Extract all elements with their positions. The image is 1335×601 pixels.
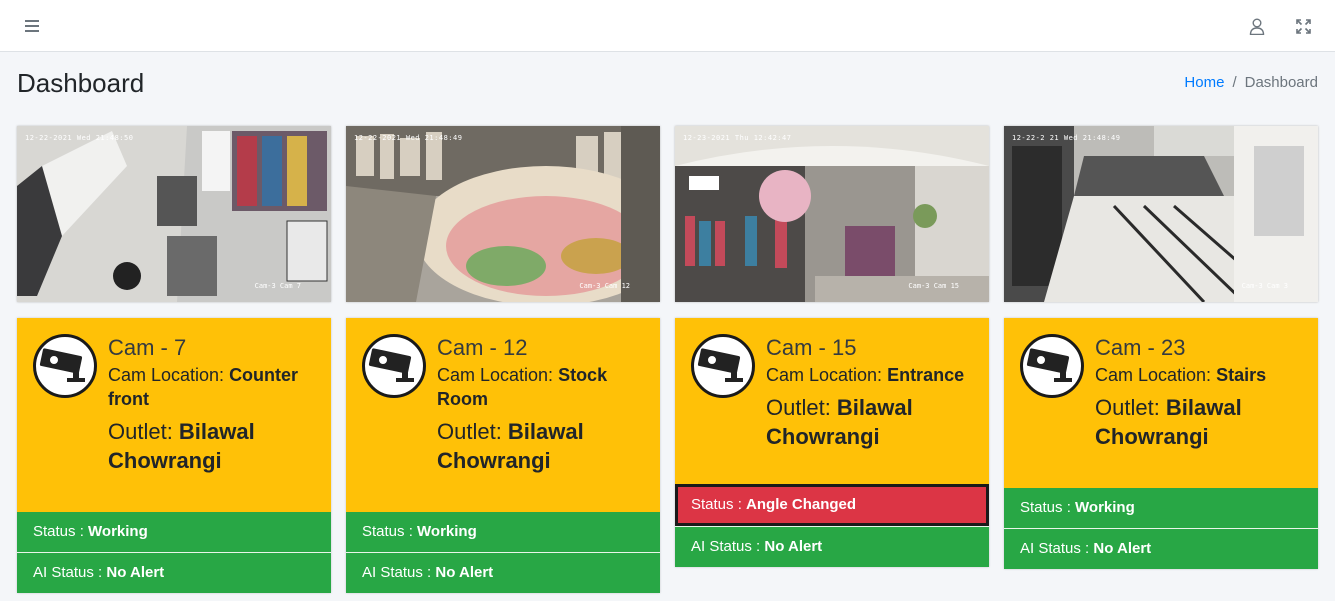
- ai-status-label: AI Status :: [362, 564, 436, 581]
- camera-name: Cam - 23: [1095, 335, 1186, 360]
- camera-info: Cam - 23 Cam Location: Stairs Outlet: Bi…: [1004, 318, 1318, 488]
- status-value: Working: [1075, 499, 1135, 516]
- camera-column-cam-15: 12-23-2021 Thu 12:42:47 Cam-3 Cam 15 Cam…: [675, 126, 989, 567]
- camera-feed-label: Cam-3 Cam 7: [254, 282, 301, 290]
- ai-status-badge: AI Status : No Alert: [1004, 528, 1318, 569]
- status-label: Status :: [33, 523, 89, 540]
- breadcrumb-current: Dashboard: [1244, 74, 1318, 91]
- breadcrumb-home-link[interactable]: Home: [1184, 74, 1224, 91]
- camera-column-cam-7: 12-22-2021 Wed 21:48:50 Cam-3 Cam 7 Cam …: [17, 126, 331, 593]
- hamburger-menu-icon[interactable]: [20, 14, 44, 38]
- camera-feed-label: Cam-3 Cam 12: [579, 282, 630, 290]
- ai-status-badge: AI Status : No Alert: [17, 552, 331, 593]
- user-icon[interactable]: [1245, 14, 1269, 38]
- ai-status-value: No Alert: [764, 538, 823, 555]
- camera-location-label: Cam Location:: [1095, 364, 1217, 385]
- camera-info: Cam - 15 Cam Location: Entrance Outlet: …: [675, 318, 989, 484]
- camera-timestamp: 12-22-2 21 Wed 21:48:49: [1012, 134, 1121, 142]
- camera-column-cam-23: 12-22-2 21 Wed 21:48:49 Cam-3 Cam 3 Cam …: [1004, 126, 1318, 569]
- camera-outlet: Outlet: Bilawal Chowrangi: [766, 393, 973, 451]
- camera-outlet-label: Outlet:: [437, 418, 508, 444]
- ai-status-badge: AI Status : No Alert: [675, 526, 989, 567]
- camera-card: Cam - 7 Cam Location: Counter front Outl…: [17, 318, 331, 593]
- cctv-camera-icon: [1020, 334, 1084, 398]
- cctv-camera-icon: [33, 334, 97, 398]
- status-value: Angle Changed: [746, 496, 857, 513]
- camera-location: Cam Location: Counter front: [108, 363, 315, 411]
- camera-feed-label: Cam-3 Cam 3: [1241, 282, 1288, 290]
- ai-status-label: AI Status :: [33, 564, 107, 581]
- camera-card: Cam - 15 Cam Location: Entrance Outlet: …: [675, 318, 989, 567]
- camera-card: Cam - 12 Cam Location: Stock Room Outlet…: [346, 318, 660, 593]
- camera-feed-image[interactable]: 12-22-2021 Wed 21:48:49 Cam-3 Cam 12: [346, 126, 660, 302]
- breadcrumb: Home / Dashboard: [1184, 74, 1318, 91]
- camera-feed-image[interactable]: 12-23-2021 Thu 12:42:47 Cam-3 Cam 15: [675, 126, 989, 302]
- camera-location-label: Cam Location:: [108, 364, 230, 385]
- cctv-camera-icon: [362, 334, 426, 398]
- status-label: Status :: [362, 523, 418, 540]
- camera-info: Cam - 12 Cam Location: Stock Room Outlet…: [346, 318, 660, 512]
- cctv-camera-icon: [691, 334, 755, 398]
- status-badge: Status : Working: [346, 512, 660, 552]
- fullscreen-icon[interactable]: [1291, 14, 1315, 38]
- status-value: Working: [88, 523, 148, 540]
- camera-location-value: Entrance: [887, 364, 965, 385]
- camera-location: Cam Location: Entrance: [766, 363, 973, 387]
- camera-name: Cam - 7: [108, 335, 187, 360]
- camera-location: Cam Location: Stairs: [1095, 363, 1302, 387]
- camera-outlet: Outlet: Bilawal Chowrangi: [437, 417, 644, 475]
- page-title: Dashboard: [17, 68, 145, 98]
- camera-location-label: Cam Location:: [766, 364, 888, 385]
- camera-outlet: Outlet: Bilawal Chowrangi: [1095, 393, 1302, 451]
- status-label: Status :: [691, 496, 747, 513]
- ai-status-label: AI Status :: [691, 538, 765, 555]
- camera-feed-label: Cam-3 Cam 15: [908, 282, 959, 290]
- status-badge: Status : Working: [1004, 488, 1318, 528]
- camera-location-value: Stairs: [1216, 364, 1267, 385]
- camera-outlet-label: Outlet:: [766, 394, 837, 420]
- camera-location-label: Cam Location:: [437, 364, 559, 385]
- camera-outlet-label: Outlet:: [108, 418, 179, 444]
- status-badge: Status : Working: [17, 512, 331, 552]
- camera-timestamp: 12-22-2021 Wed 21:48:49: [354, 134, 463, 142]
- camera-card: Cam - 23 Cam Location: Stairs Outlet: Bi…: [1004, 318, 1318, 569]
- ai-status-value: No Alert: [435, 564, 494, 581]
- ai-status-value: No Alert: [106, 564, 165, 581]
- camera-feed-image[interactable]: 12-22-2 21 Wed 21:48:49 Cam-3 Cam 3: [1004, 126, 1318, 302]
- camera-timestamp: 12-22-2021 Wed 21:48:50: [25, 134, 134, 142]
- camera-name: Cam - 15: [766, 335, 857, 360]
- camera-name: Cam - 12: [437, 335, 528, 360]
- ai-status-badge: AI Status : No Alert: [346, 552, 660, 593]
- breadcrumb-separator: /: [1232, 74, 1237, 91]
- status-value: Working: [417, 523, 477, 540]
- ai-status-label: AI Status :: [1020, 540, 1094, 557]
- camera-outlet-label: Outlet:: [1095, 394, 1166, 420]
- camera-timestamp: 12-23-2021 Thu 12:42:47: [683, 134, 792, 142]
- status-label: Status :: [1020, 499, 1076, 516]
- status-badge-alert: Status : Angle Changed: [675, 484, 989, 526]
- camera-feed-image[interactable]: 12-22-2021 Wed 21:48:50 Cam-3 Cam 7: [17, 126, 331, 302]
- top-navbar: [0, 0, 1335, 52]
- camera-info: Cam - 7 Cam Location: Counter front Outl…: [17, 318, 331, 512]
- ai-status-value: No Alert: [1093, 540, 1152, 557]
- camera-outlet: Outlet: Bilawal Chowrangi: [108, 417, 315, 475]
- camera-location: Cam Location: Stock Room: [437, 363, 644, 411]
- camera-column-cam-12: 12-22-2021 Wed 21:48:49 Cam-3 Cam 12 Cam…: [346, 126, 660, 593]
